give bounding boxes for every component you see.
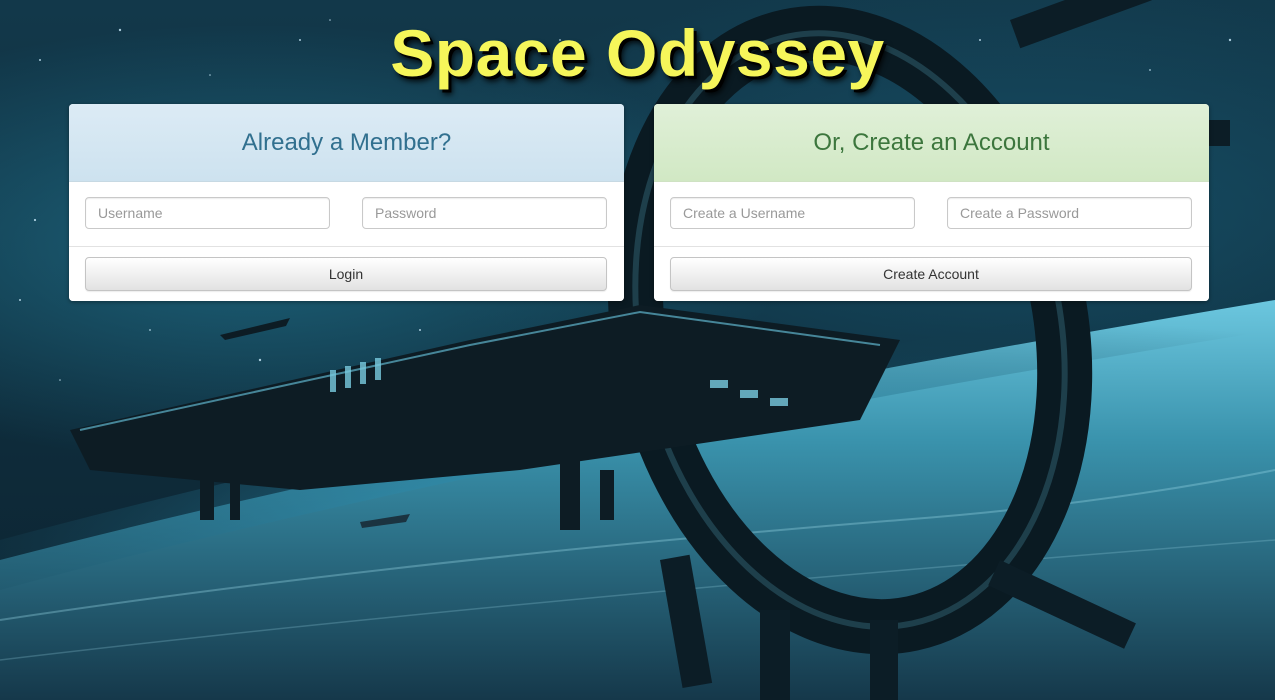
- register-panel: Or, Create an Account Create Account: [654, 104, 1209, 301]
- register-panel-heading: Or, Create an Account: [654, 104, 1209, 182]
- password-input[interactable]: [362, 197, 607, 229]
- login-panel-heading: Already a Member?: [69, 104, 624, 182]
- login-panel-body: [69, 182, 624, 247]
- login-button[interactable]: Login: [85, 257, 607, 291]
- username-input[interactable]: [85, 197, 330, 229]
- register-panel-body: [654, 182, 1209, 247]
- login-panel: Already a Member? Login: [69, 104, 624, 301]
- create-username-input[interactable]: [670, 197, 915, 229]
- create-password-input[interactable]: [947, 197, 1192, 229]
- page-title: Space Odyssey: [390, 16, 885, 90]
- login-panel-footer: Login: [69, 247, 624, 301]
- create-account-button[interactable]: Create Account: [670, 257, 1192, 291]
- register-panel-footer: Create Account: [654, 247, 1209, 301]
